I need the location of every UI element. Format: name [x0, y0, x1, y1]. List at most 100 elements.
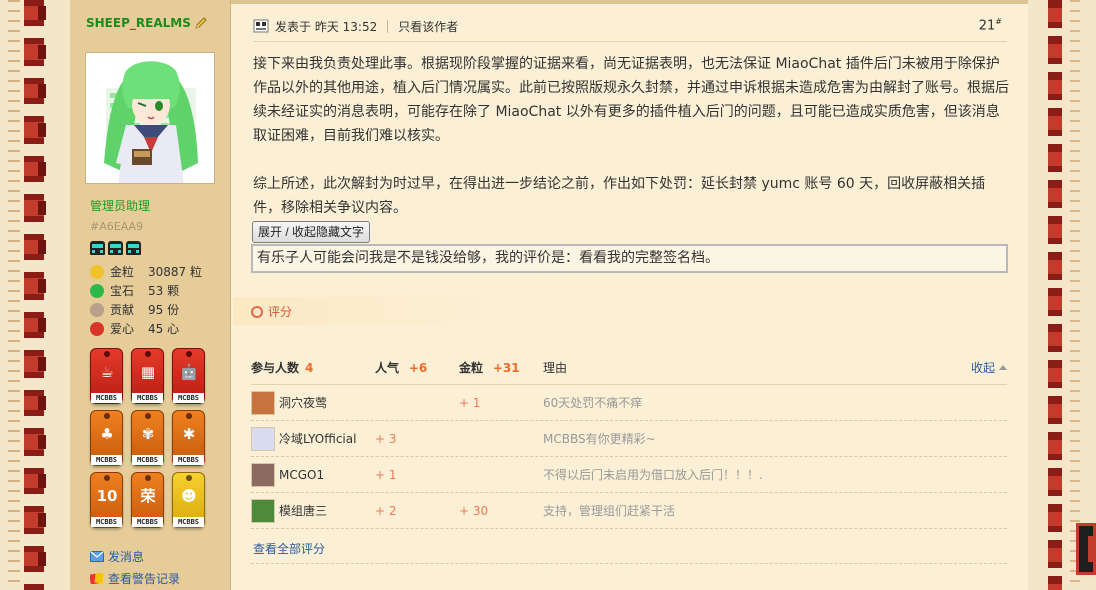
post-header: 发表于 昨天 13:52 只看该作者: [253, 16, 1003, 36]
gold-header: 金粒 +31: [459, 359, 543, 376]
spoiler-toggle-button[interactable]: 展开 / 收起隐藏文字: [252, 221, 371, 243]
stat-value: 53 颗: [148, 284, 180, 298]
medal-villager[interactable]: ☻ MCBBS: [172, 472, 205, 528]
participants-header: 参与人数 4: [251, 359, 375, 376]
reason-header: 理由: [543, 361, 568, 375]
send-message-link[interactable]: 发消息: [90, 545, 180, 567]
only-author-link[interactable]: 只看该作者: [398, 18, 458, 35]
stat-label: 爱心: [110, 322, 135, 336]
left-decorative-border: [0, 0, 70, 590]
author-name-text[interactable]: SHEEP_REALMS: [86, 16, 191, 30]
rater-cell[interactable]: 冷域LYOfficial: [251, 426, 375, 451]
view-warnings-link[interactable]: 查看警告记录: [90, 567, 180, 589]
medal-java[interactable]: ☕ MCBBS: [90, 348, 123, 404]
medal-glyph: 荣: [140, 487, 156, 505]
stat-value: 45 心: [148, 322, 180, 336]
medal-glyph: ✱: [182, 425, 196, 443]
medal-nether[interactable]: ✱ MCBBS: [172, 410, 205, 466]
rating-circle-icon: [251, 305, 263, 318]
medal-glyph: ☕: [100, 363, 114, 381]
rater-avatar[interactable]: [251, 498, 275, 523]
medal-glyph: ☻: [181, 487, 197, 505]
medal-glyph: 10: [96, 487, 118, 505]
collapse-rating-button[interactable]: 收起: [971, 359, 1007, 376]
header-divider: [253, 41, 1007, 42]
medal-label: MCBBS: [132, 393, 163, 403]
warning-cards-icon: [90, 572, 104, 584]
stat-label: 宝石: [110, 284, 135, 298]
medal-glyph: 🤖: [179, 363, 199, 381]
rating-row: 冷域LYOfficial + 3 MCBBS有你更精彩~: [251, 421, 1007, 457]
user-stats: 金粒 30887 粒宝石 53 颗贡献 95 份爱心 45 心: [90, 262, 230, 338]
post-content-area: 发表于 昨天 13:52 只看该作者 21# 接下来由我负责处理此事。根据现阶段…: [231, 4, 1028, 590]
stat-label: 贡献: [110, 303, 135, 317]
rater-cell[interactable]: 模组唐三: [251, 498, 375, 523]
rating-section-title: 评分: [251, 303, 292, 320]
rater-name[interactable]: 模组唐三: [279, 502, 327, 519]
user-group[interactable]: 管理员助理: [90, 197, 150, 214]
medal-grass[interactable]: ♣ MCBBS: [90, 410, 123, 466]
vip-badges: [90, 241, 141, 255]
medal-label: MCBBS: [91, 517, 122, 527]
header-separator: [387, 19, 389, 33]
envelope-icon: [90, 550, 104, 562]
rater-avatar[interactable]: [251, 390, 275, 415]
rating-title-text: 评分: [268, 305, 293, 319]
medal-label: MCBBS: [173, 455, 204, 465]
rater-cell[interactable]: MCGO1: [251, 462, 375, 487]
medal-windows[interactable]: ▦ MCBBS: [131, 348, 164, 404]
rater-avatar[interactable]: [251, 426, 275, 451]
gold-label: 金粒: [459, 361, 484, 375]
medal-label: MCBBS: [132, 517, 163, 527]
right-decorative-border: [1028, 0, 1096, 590]
rating-reason: 支持，管理组们赶紧干活: [543, 504, 676, 518]
popularity-label: 人气: [375, 361, 400, 375]
post-paragraph: 接下来由我负责处理此事。根据现阶段掌握的证据来看，尚无证据表明，也无法保证 Mi…: [253, 56, 1009, 144]
sidebar-links: 发消息 查看警告记录: [90, 545, 180, 589]
medal-label: MCBBS: [91, 455, 122, 465]
rating-table-header: 参与人数 4 人气 +6 金粒 +31 理由 收起: [251, 351, 1007, 385]
collapse-label[interactable]: 收起: [971, 359, 995, 376]
chevron-up-icon: [999, 365, 1007, 370]
author-name[interactable]: SHEEP_REALMS: [86, 16, 208, 30]
author-sidebar: SHEEP_REALMS 管理员助理 #A6EAA9 金粒 30887 粒 宝石…: [70, 0, 231, 590]
online-status-icon: [253, 19, 269, 33]
rating-popularity: + 3: [375, 431, 397, 446]
rater-cell[interactable]: 洞穴夜莺: [251, 390, 375, 415]
rating-bottom-divider: [251, 563, 1007, 564]
rater-name[interactable]: 冷域LYOfficial: [279, 430, 356, 447]
view-all-ratings-link[interactable]: 查看全部评分: [253, 540, 325, 557]
rating-reason: 不得以后门未启用为借口放入后门！！！.: [543, 468, 763, 482]
floor-number[interactable]: 21#: [979, 17, 1002, 33]
medal-vine[interactable]: ✾ MCBBS: [131, 410, 164, 466]
send-message-label[interactable]: 发消息: [108, 548, 144, 565]
rater-avatar[interactable]: [251, 462, 275, 487]
post-paragraph: 综上所述，此次解封为时过早，在得出进一步结论之前，作出如下处罚：延长封禁 yum…: [253, 176, 986, 216]
scroll-to-top-block[interactable]: [1076, 523, 1096, 575]
participants-label: 参与人数: [251, 361, 300, 375]
rating-popularity: + 1: [375, 467, 397, 482]
medal-android[interactable]: 🤖 MCBBS: [172, 348, 205, 404]
vip-badge-icon: [108, 241, 123, 255]
view-warnings-label[interactable]: 查看警告记录: [108, 570, 180, 587]
medal-10-years[interactable]: 10 MCBBS: [90, 472, 123, 528]
rating-row: 模组唐三 + 2 + 30 支持，管理组们赶紧干活: [251, 493, 1007, 529]
stat-label: 金粒: [110, 265, 135, 279]
avatar[interactable]: [85, 52, 215, 184]
medal-honor[interactable]: 荣 MCBBS: [131, 472, 164, 528]
stat-row: 金粒 30887 粒: [90, 262, 230, 281]
gold-nugget-icon: [90, 264, 104, 279]
popularity-total: +6: [408, 361, 428, 375]
stat-value: 95 份: [148, 303, 180, 317]
medal-label: MCBBS: [132, 455, 163, 465]
avatar-image: [86, 53, 214, 183]
rater-name[interactable]: 洞穴夜莺: [279, 394, 327, 411]
medal-label: MCBBS: [173, 517, 204, 527]
popularity-header: 人气 +6: [375, 359, 459, 376]
medal-glyph: ▦: [140, 363, 156, 381]
rater-name[interactable]: MCGO1: [279, 468, 324, 482]
vip-badge-icon: [126, 241, 141, 255]
stat-row: 爱心 45 心: [90, 319, 230, 338]
medal-label: MCBBS: [173, 393, 204, 403]
floor-number-value[interactable]: 21: [979, 18, 996, 33]
